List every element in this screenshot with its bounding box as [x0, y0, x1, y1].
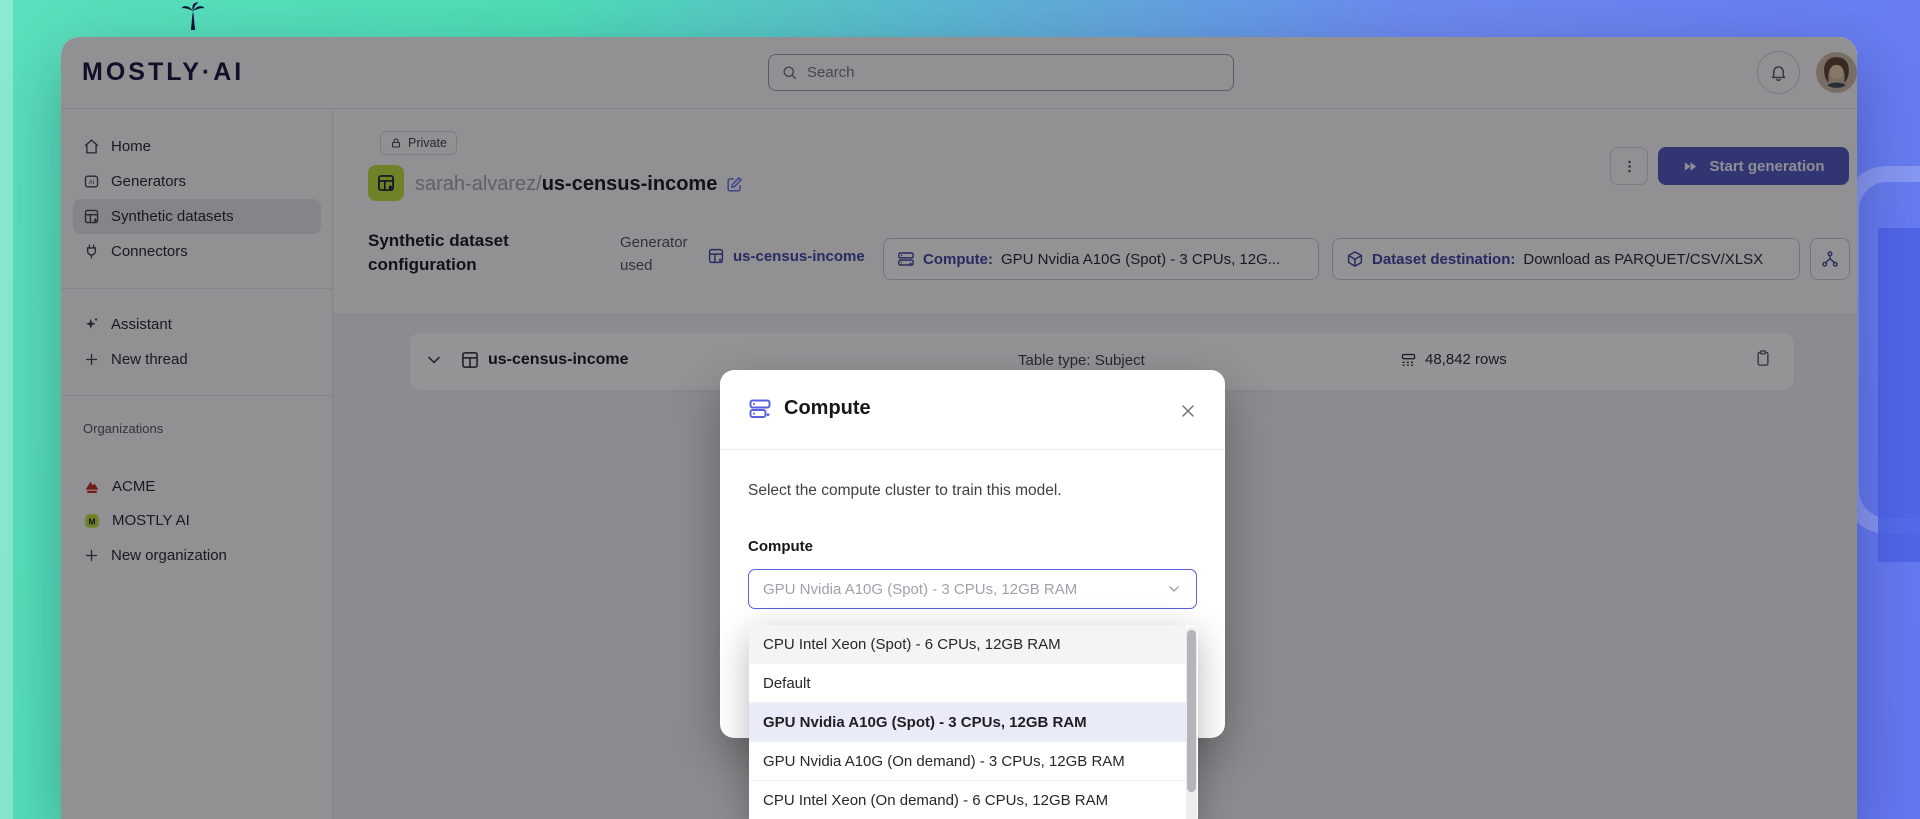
desktop-left-stripe — [0, 0, 13, 819]
modal-header: Compute — [720, 370, 1225, 450]
option-label: GPU Nvidia A10G (Spot) - 3 CPUs, 12GB RA… — [763, 713, 1087, 731]
compute-select[interactable]: GPU Nvidia A10G (Spot) - 3 CPUs, 12GB RA… — [748, 569, 1197, 609]
modal-title: Compute — [784, 397, 871, 419]
close-icon[interactable] — [1175, 398, 1201, 424]
compute-select-value: GPU Nvidia A10G (Spot) - 3 CPUs, 12GB RA… — [763, 580, 1078, 598]
option-gpu-nvidia-a10g-spot[interactable]: GPU Nvidia A10G (Spot) - 3 CPUs, 12GB RA… — [749, 703, 1186, 742]
compute-icon — [748, 397, 772, 421]
option-label: GPU Nvidia A10G (On demand) - 3 CPUs, 12… — [763, 752, 1125, 770]
dropdown-scrollbar-thumb[interactable] — [1187, 630, 1196, 792]
option-gpu-nvidia-a10g-on-demand[interactable]: GPU Nvidia A10G (On demand) - 3 CPUs, 12… — [749, 742, 1186, 781]
desktop-blue-bar — [1878, 228, 1920, 562]
chevron-down-icon — [1166, 581, 1182, 597]
modal-description: Select the compute cluster to train this… — [748, 482, 1062, 499]
compute-field-label: Compute — [748, 538, 813, 555]
option-default[interactable]: Default — [749, 664, 1186, 703]
desktop: MOSTLY·AI Search Home AI Generators Synt… — [0, 0, 1920, 819]
option-label: CPU Intel Xeon (Spot) - 6 CPUs, 12GB RAM — [763, 635, 1061, 653]
option-cpu-intel-xeon-on-demand[interactable]: CPU Intel Xeon (On demand) - 6 CPUs, 12G… — [749, 781, 1186, 819]
option-label: CPU Intel Xeon (On demand) - 6 CPUs, 12G… — [763, 791, 1109, 809]
option-cpu-intel-xeon-spot[interactable]: CPU Intel Xeon (Spot) - 6 CPUs, 12GB RAM — [749, 625, 1186, 664]
option-label: Default — [763, 674, 811, 692]
compute-options-dropdown: CPU Intel Xeon (Spot) - 6 CPUs, 12GB RAM… — [749, 625, 1198, 819]
palm-tree-icon — [180, 1, 206, 31]
